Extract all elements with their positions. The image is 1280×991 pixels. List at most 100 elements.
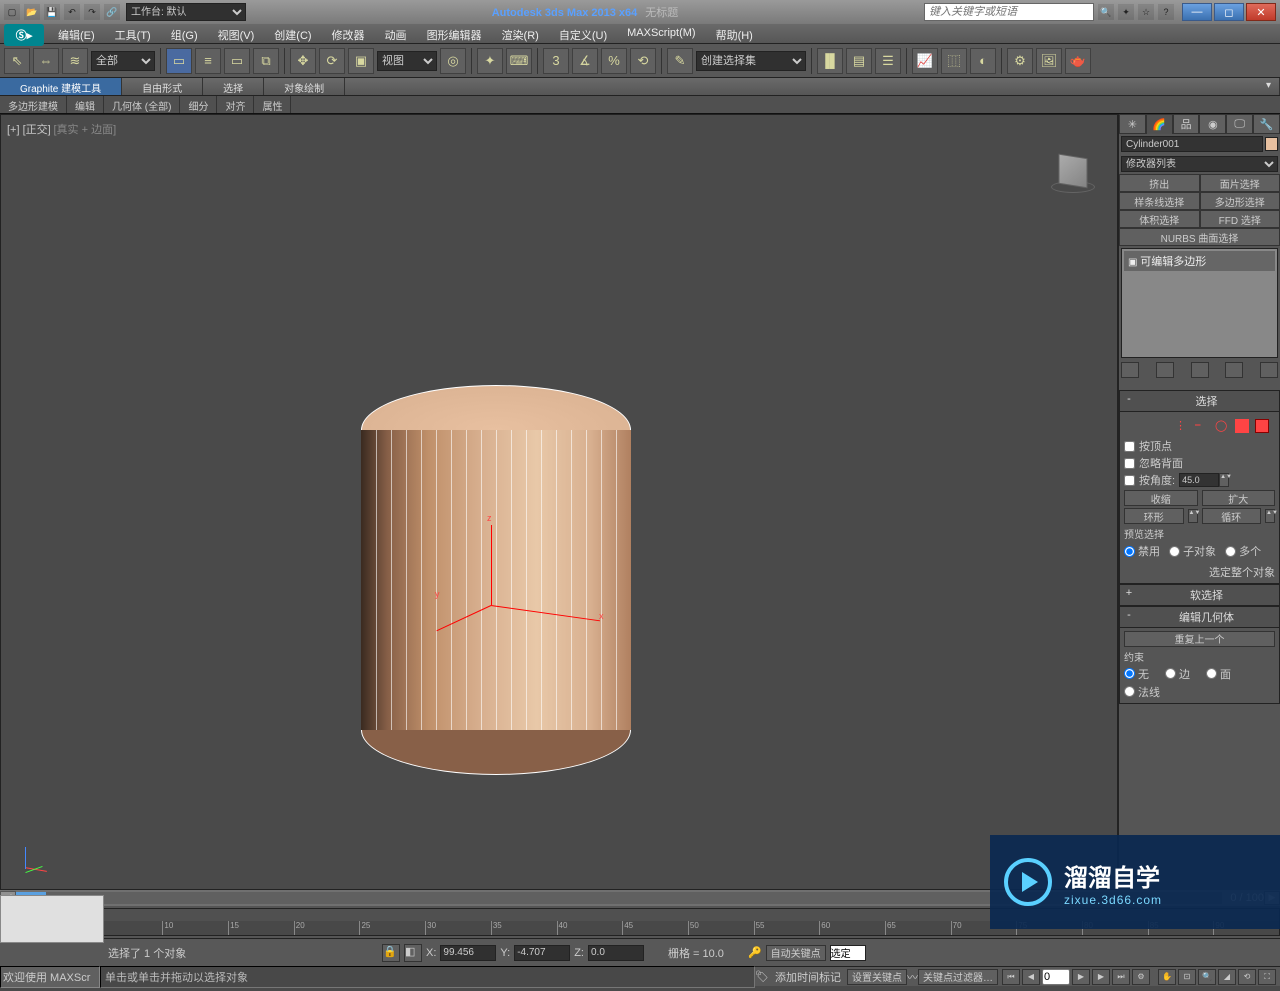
window-crossing-icon[interactable]: ⧉	[253, 48, 279, 74]
add-time-tag-label[interactable]: 添加时间标记	[775, 969, 841, 985]
comm-center-icon[interactable]: ✦	[1118, 4, 1134, 20]
pivot-center-icon[interactable]: ◎	[440, 48, 466, 74]
preview-subobj-radio[interactable]	[1169, 546, 1180, 557]
percent-snap-icon[interactable]: %	[601, 48, 627, 74]
key-mode-icon[interactable]: 〰	[907, 969, 918, 985]
coord-x-input[interactable]	[440, 945, 496, 961]
render-icon[interactable]: 🫖	[1065, 48, 1091, 74]
ribbon-panel-props[interactable]: 属性	[254, 96, 291, 113]
modifier-list-dropdown[interactable]: 修改器列表	[1121, 156, 1278, 172]
ribbon-panel-align[interactable]: 对齐	[217, 96, 254, 113]
mod-extrude[interactable]: 挤出	[1119, 174, 1200, 192]
tab-utilities-icon[interactable]: 🔧	[1253, 114, 1280, 134]
maximize-button[interactable]: ◻	[1214, 3, 1244, 21]
manipulate-icon[interactable]: ✦	[477, 48, 503, 74]
play-icon[interactable]: ▶	[1072, 969, 1090, 985]
rect-region-icon[interactable]: ▭	[224, 48, 250, 74]
viewcube[interactable]	[1049, 155, 1097, 203]
show-end-result-icon[interactable]	[1156, 362, 1174, 378]
select-object-icon[interactable]: ▭	[166, 48, 192, 74]
fav-icon[interactable]: ☆	[1138, 4, 1154, 20]
tab-display-icon[interactable]: 🖵	[1226, 114, 1253, 134]
menu-maxscript[interactable]: MAXScript(M)	[617, 24, 705, 43]
max-viewport-icon[interactable]: ⛶	[1258, 969, 1276, 985]
goto-start-icon[interactable]: ⏮	[1002, 969, 1020, 985]
ignore-backfacing-checkbox[interactable]	[1124, 458, 1135, 469]
workspace-select[interactable]: 工作台: 默认	[126, 3, 246, 21]
time-tag-icon[interactable]: 🏷	[755, 970, 769, 983]
new-icon[interactable]: ▢	[4, 4, 20, 20]
make-unique-icon[interactable]	[1191, 362, 1209, 378]
open-icon[interactable]: 📂	[24, 4, 40, 20]
subobj-edge-icon[interactable]: ⎯	[1195, 419, 1209, 433]
configure-sets-icon[interactable]	[1260, 362, 1278, 378]
menu-edit[interactable]: 编辑(E)	[48, 24, 105, 43]
subobj-element-icon[interactable]	[1255, 419, 1269, 433]
time-config-icon[interactable]: ⚙	[1132, 969, 1150, 985]
ref-coord-system[interactable]: 视图	[377, 51, 437, 71]
unlink-icon[interactable]: ⇔	[33, 48, 59, 74]
pan-view-icon[interactable]: ✋	[1158, 969, 1176, 985]
rollout-selection-header[interactable]: -选择	[1119, 390, 1280, 412]
snap-toggle-icon[interactable]: 3	[543, 48, 569, 74]
abs-rel-icon[interactable]: ◧	[404, 944, 422, 962]
mod-splinesel[interactable]: 样条线选择	[1119, 192, 1200, 210]
app-menu-button[interactable]: Ⓢ▸	[4, 24, 44, 46]
maxscript-mini-listener[interactable]: 欢迎使用 MAXScr	[0, 966, 100, 988]
subobj-vertex-icon[interactable]: ⋮	[1175, 419, 1189, 433]
spinner-snap-icon[interactable]: ⟲	[630, 48, 656, 74]
zoom-icon[interactable]: 🔍	[1198, 969, 1216, 985]
setkey-button[interactable]: 设置关键点	[847, 969, 907, 985]
menu-customize[interactable]: 自定义(U)	[549, 24, 617, 43]
rotate-icon[interactable]: ⟳	[319, 48, 345, 74]
minimize-button[interactable]: —	[1182, 3, 1212, 21]
object-color-swatch[interactable]	[1265, 137, 1278, 151]
layer-manager-icon[interactable]: ☰	[875, 48, 901, 74]
selection-filter[interactable]: 全部	[91, 51, 155, 71]
material-editor-icon[interactable]: ◐	[970, 48, 996, 74]
remove-mod-icon[interactable]	[1225, 362, 1243, 378]
selection-lock-icon[interactable]: 🔒	[382, 944, 400, 962]
angle-spinner[interactable]	[1179, 473, 1219, 487]
scene-object-cylinder[interactable]	[361, 385, 631, 775]
viewport-label[interactable]: [+] [正交] [真实 + 边面]	[7, 121, 116, 137]
key-selection-set[interactable]	[830, 945, 866, 961]
menu-views[interactable]: 视图(V)	[208, 24, 265, 43]
key-filters-button[interactable]: 关键点过滤器…	[918, 969, 998, 985]
rollout-softsel-header[interactable]: +软选择	[1119, 584, 1280, 606]
scale-icon[interactable]: ▣	[348, 48, 374, 74]
repeat-last-button[interactable]: 重复上一个	[1124, 631, 1275, 647]
mod-polysel[interactable]: 多边形选择	[1200, 192, 1280, 210]
subobj-polygon-icon[interactable]	[1235, 419, 1249, 433]
ribbon-tab-freeform[interactable]: 自由形式	[122, 78, 203, 95]
mod-volsel[interactable]: 体积选择	[1119, 210, 1200, 228]
grow-button[interactable]: 扩大	[1202, 490, 1276, 506]
key-icon[interactable]: 🔑	[748, 946, 762, 959]
help-search-input[interactable]	[924, 3, 1094, 21]
goto-end-icon[interactable]: ⏭	[1112, 969, 1130, 985]
ribbon-tab-selection[interactable]: 选择	[203, 78, 264, 95]
mod-facesel[interactable]: 面片选择	[1200, 174, 1280, 192]
menu-group[interactable]: 组(G)	[161, 24, 208, 43]
menu-modifiers[interactable]: 修改器	[322, 24, 375, 43]
by-angle-checkbox[interactable]	[1124, 475, 1135, 486]
tab-hierarchy-icon[interactable]: 品	[1173, 114, 1200, 134]
loop-button[interactable]: 循环	[1202, 508, 1262, 524]
menu-animation[interactable]: 动画	[375, 24, 417, 43]
ribbon-panel-polymodel[interactable]: 多边形建模	[0, 96, 67, 113]
curve-editor-icon[interactable]: 📈	[912, 48, 938, 74]
ring-button[interactable]: 环形	[1124, 508, 1184, 524]
named-selection-set[interactable]: 创建选择集	[696, 51, 806, 71]
align-icon[interactable]: ▤	[846, 48, 872, 74]
constraint-face-radio[interactable]	[1206, 668, 1217, 679]
pin-stack-icon[interactable]	[1121, 362, 1139, 378]
select-name-icon[interactable]: ≡	[195, 48, 221, 74]
undo-icon[interactable]: ↶	[64, 4, 80, 20]
tab-motion-icon[interactable]: ◉	[1199, 114, 1226, 134]
link-icon[interactable]: 🔗	[104, 4, 120, 20]
rollout-editgeom-header[interactable]: -编辑几何体	[1119, 606, 1280, 628]
zoom-extents-icon[interactable]: ⊡	[1178, 969, 1196, 985]
ribbon-panel-subdiv[interactable]: 细分	[180, 96, 217, 113]
menu-create[interactable]: 创建(C)	[264, 24, 321, 43]
keyboard-shortcut-icon[interactable]: ⌨	[506, 48, 532, 74]
